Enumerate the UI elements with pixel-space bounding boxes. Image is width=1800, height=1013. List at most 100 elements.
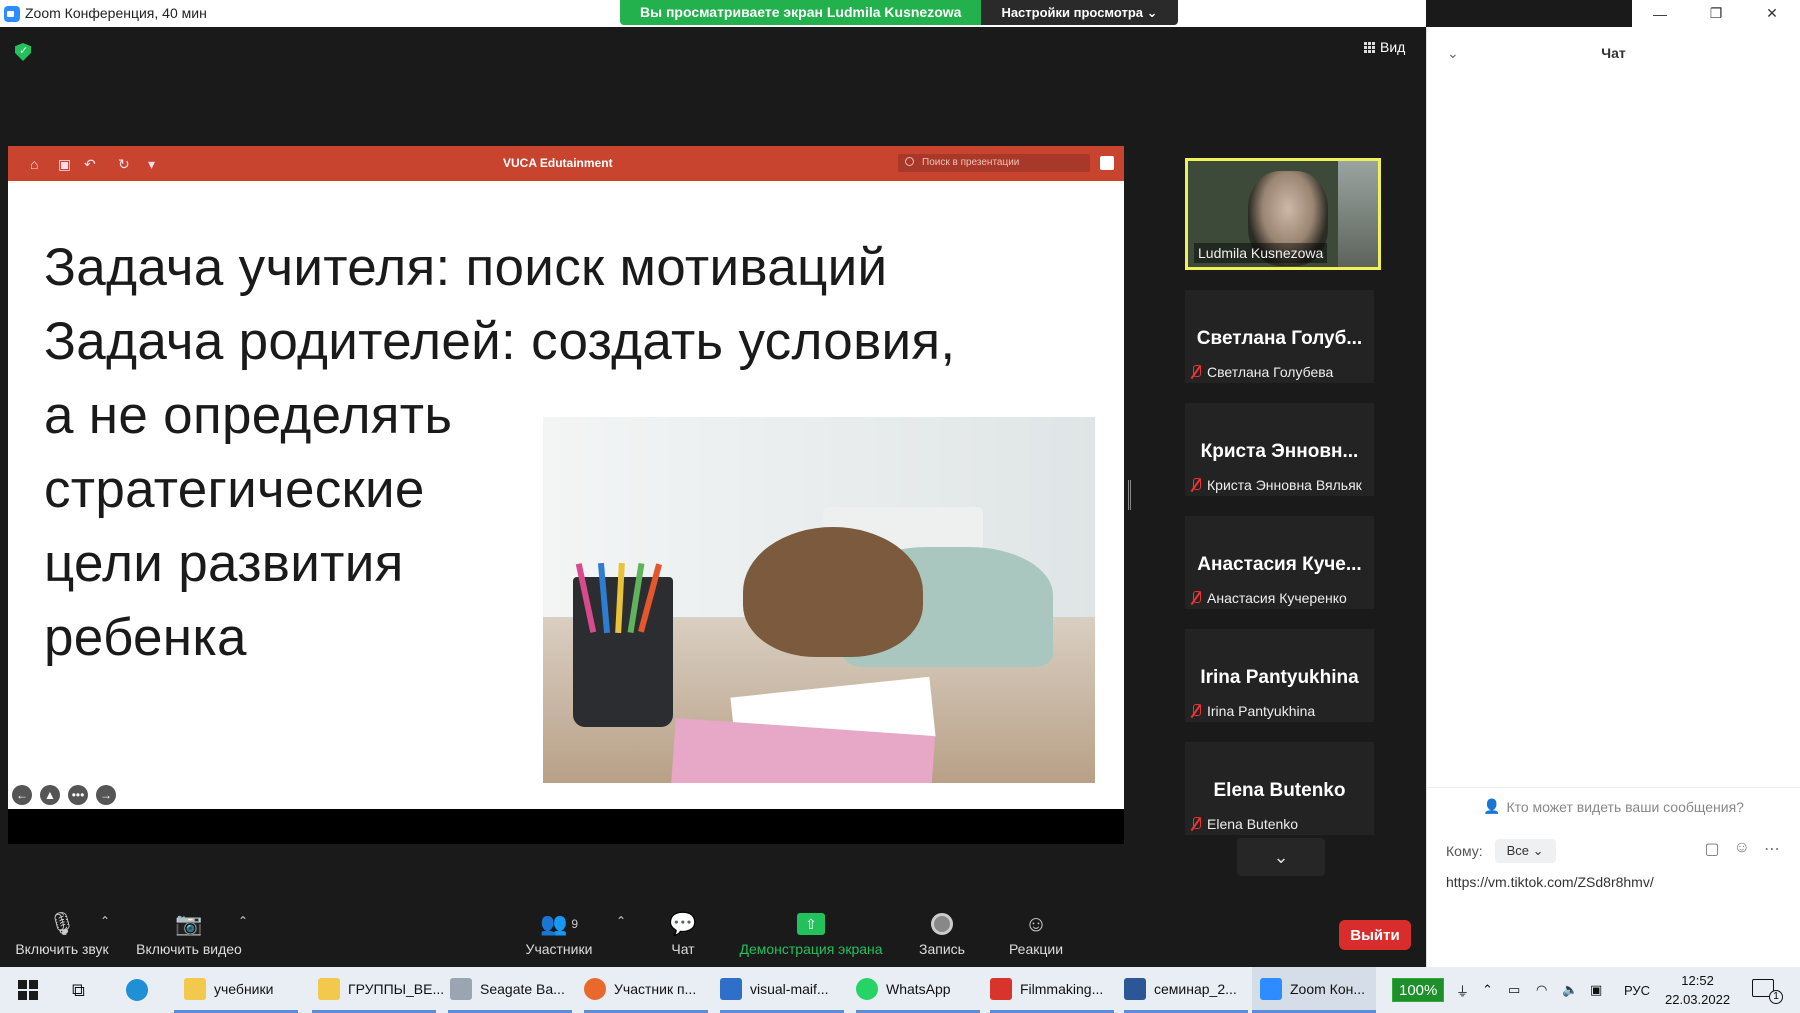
slide-canvas: Задача учителя: поиск мотиваций Задача р…	[8, 181, 1124, 809]
search-icon	[905, 157, 914, 166]
redo-icon: ↻	[118, 156, 130, 172]
battery-indicator[interactable]: 100%	[1392, 978, 1445, 1002]
view-options-button[interactable]: Настройки просмотра ⌄	[981, 0, 1178, 25]
participant-tile[interactable]: Irina Pantyukhina Irina Pantyukhina	[1185, 629, 1374, 722]
participant-tile[interactable]: Светлана Голуб... Светлана Голубева	[1185, 290, 1374, 383]
participant-tile[interactable]: Анастасия Куче... Анастасия Кучеренко	[1185, 516, 1374, 609]
emoji-icon[interactable]: ☺	[1734, 839, 1750, 859]
participant-name: Ludmila Kusnezowa	[1194, 243, 1328, 263]
power-icon[interactable]: ⏚	[1456, 967, 1469, 1013]
mic-muted-icon: 🎙	[48, 911, 76, 936]
presentation-title: VUCA Edutainment	[503, 156, 613, 170]
minimize-button[interactable]: —	[1632, 0, 1688, 27]
meeting-toolbar: 🎙 Включить звук ⌃ 📷 Включить видео ⌃ 👥 9 …	[0, 900, 1426, 967]
recipient-select[interactable]: Все ⌄	[1494, 839, 1556, 863]
clock[interactable]: 12:52 22.03.2022	[1665, 971, 1730, 1009]
pdf-icon	[990, 977, 1012, 1000]
task-view-icon[interactable]: ⧉	[72, 967, 85, 1013]
participant-display-name: Криста Энновн...	[1200, 441, 1359, 462]
taskbar-app[interactable]: семинар_2...	[1124, 967, 1248, 1013]
mic-muted-icon	[1191, 591, 1201, 605]
participant-name: Криста Энновна Вяльяк	[1207, 477, 1362, 493]
more-icon[interactable]: •••	[68, 785, 88, 805]
view-label: Вид	[1380, 39, 1406, 55]
participant-name: Светлана Голубева	[1207, 364, 1334, 380]
pen-icon[interactable]: ▲	[40, 785, 60, 805]
network-icon[interactable]: ▣	[1590, 967, 1602, 1013]
video-options-caret[interactable]: ⌃	[238, 914, 248, 928]
splitter-handle[interactable]	[1128, 480, 1131, 510]
chat-tools: ▢ ☺ ⋯	[1705, 839, 1780, 859]
strip-scroll-down-button[interactable]: ⌄	[1237, 838, 1325, 876]
windows-taskbar: ⧉ учебники ГРУППЫ_ВЕ... Seagate Ba... Уч…	[0, 967, 1800, 1013]
taskbar-app[interactable]: Zoom Кон...	[1252, 967, 1376, 1013]
chat-icon: 💬	[669, 911, 697, 936]
participant-name: Анастасия Кучеренко	[1207, 590, 1347, 606]
slide-navigation: ← ▲ ••• →	[12, 785, 116, 805]
zoom-icon	[1260, 977, 1282, 1000]
participant-tile-active[interactable]: Ludmila Kusnezowa	[1185, 158, 1381, 270]
unmute-button[interactable]: 🎙 Включить звук	[12, 910, 112, 957]
close-button[interactable]: ✕	[1744, 0, 1800, 27]
taskbar-app[interactable]: Seagate Ba...	[448, 967, 572, 1013]
windows-icon	[18, 980, 38, 1000]
start-video-button[interactable]: 📷 Включить видео	[133, 910, 245, 957]
language-indicator[interactable]: РУС	[1624, 967, 1650, 1013]
taskbar-app[interactable]: ГРУППЫ_ВЕ...	[312, 967, 444, 1013]
participants-icon: 👥	[539, 911, 568, 936]
participant-display-name: Анастасия Куче...	[1197, 554, 1362, 575]
taskbar-app[interactable]: visual-maif...	[720, 967, 844, 1013]
shared-screen: ⌂ ▣ ↶ ↻ ▾ VUCA Edutainment Поиск в презе…	[8, 146, 1124, 844]
grid-icon	[1364, 41, 1375, 53]
more-icon[interactable]: ⋯	[1764, 839, 1780, 859]
next-slide-icon[interactable]: →	[96, 785, 116, 805]
previous-slide-icon[interactable]: ←	[12, 785, 32, 805]
share-icon	[1100, 156, 1114, 170]
chat-button[interactable]: 💬 Чат	[665, 910, 701, 957]
drive-icon	[450, 977, 472, 1000]
home-icon: ⌂	[30, 156, 39, 172]
video-off-icon: 📷	[175, 911, 203, 936]
chat-input[interactable]: https://vm.tiktok.com/ZSd8r8hmv/	[1446, 874, 1654, 890]
powerpoint-toolbar: ⌂ ▣ ↶ ↻ ▾ VUCA Edutainment Поиск в презе…	[8, 146, 1124, 181]
meet-now-icon[interactable]: ▭	[1508, 967, 1520, 1013]
leave-button[interactable]: Выйти	[1339, 920, 1411, 950]
chat-panel: ⌄ Чат 👤 Кто может видеть ваши сообщения?…	[1426, 27, 1800, 967]
start-button[interactable]	[18, 967, 42, 1013]
participant-tile[interactable]: Elena Butenko Elena Butenko	[1185, 742, 1374, 835]
folder-icon	[318, 977, 340, 1000]
view-button[interactable]: Вид	[1364, 39, 1405, 55]
record-icon	[931, 913, 953, 935]
who-can-see-link[interactable]: 👤 Кто может видеть ваши сообщения?	[1427, 787, 1800, 825]
date: 22.03.2022	[1665, 992, 1731, 1007]
notifications-icon[interactable]: 1	[1752, 979, 1783, 1004]
participants-button[interactable]: 👥 9 Участники	[524, 910, 594, 957]
wifi-icon[interactable]: ◠	[1536, 967, 1547, 1013]
taskbar-app[interactable]: учебники	[174, 967, 298, 1013]
mic-muted-icon	[1191, 365, 1201, 379]
chat-recipient: Кому: Все ⌄	[1446, 839, 1556, 863]
audio-options-caret[interactable]: ⌃	[100, 914, 110, 928]
mic-muted-icon	[1191, 478, 1201, 492]
restore-button[interactable]: ❐	[1688, 0, 1744, 27]
taskbar-app[interactable]: WhatsApp	[856, 967, 980, 1013]
presentation-search: Поиск в презентации	[898, 154, 1090, 172]
record-button[interactable]: Запись	[917, 910, 967, 957]
taskbar-app[interactable]: Filmmaking...	[990, 967, 1114, 1013]
volume-icon[interactable]: 🔈	[1562, 967, 1578, 1013]
participants-count: 9	[571, 917, 579, 931]
window-controls: — ❐ ✕	[1632, 0, 1800, 27]
participant-tile[interactable]: Криста Энновн... Криста Энновна Вяльяк	[1185, 403, 1374, 496]
edge-taskbar-button[interactable]	[126, 967, 148, 1013]
taskbar-app[interactable]: Участник п...	[584, 967, 708, 1013]
participant-display-name: Светлана Голуб...	[1196, 328, 1363, 349]
reactions-button[interactable]: ☺ Реакции	[1006, 910, 1066, 957]
participant-name: Irina Pantyukhina	[1207, 703, 1316, 719]
save-icon: ▣	[58, 156, 72, 172]
security-shield-icon[interactable]	[15, 43, 31, 61]
reactions-icon: ☺	[1024, 911, 1048, 936]
tray-overflow-icon[interactable]: ⌃	[1482, 967, 1493, 1013]
file-icon[interactable]: ▢	[1705, 839, 1720, 859]
participants-options-caret[interactable]: ⌃	[616, 914, 626, 928]
share-screen-button[interactable]: ⇧ Демонстрация экрана	[736, 910, 886, 957]
